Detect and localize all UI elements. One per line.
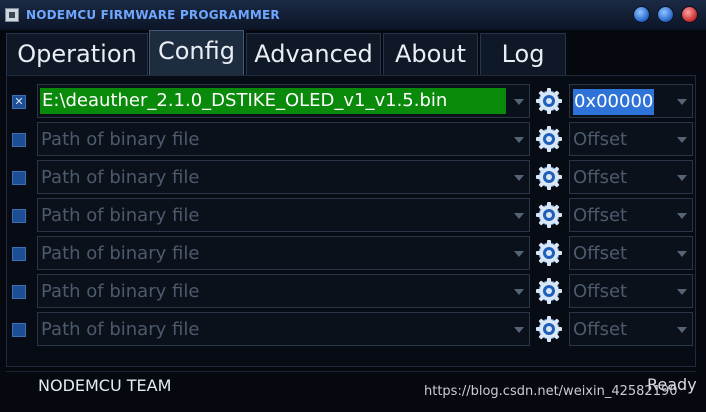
binary-path-combobox[interactable]: Path of binary file bbox=[37, 312, 530, 346]
binary-path-combobox[interactable]: Path of binary file bbox=[37, 198, 530, 232]
chevron-down-icon[interactable] bbox=[514, 289, 524, 295]
chevron-down-icon[interactable] bbox=[677, 327, 687, 333]
gear-icon[interactable] bbox=[535, 277, 563, 305]
tab-advanced[interactable]: Advanced bbox=[246, 33, 381, 75]
row-checkbox[interactable] bbox=[12, 171, 26, 185]
offset-combobox[interactable]: Offset bbox=[569, 312, 693, 346]
app-icon bbox=[5, 8, 19, 22]
title-bar[interactable]: NODEMCU FIRMWARE PROGRAMMER bbox=[0, 0, 706, 30]
firmware-row: Path of binary file Offset bbox=[7, 236, 697, 270]
firmware-row: Path of binary file Offset bbox=[7, 274, 697, 308]
tab-operation[interactable]: Operation bbox=[6, 33, 148, 75]
offset-combobox[interactable]: Offset bbox=[569, 198, 693, 232]
tab-log[interactable]: Log bbox=[480, 33, 566, 75]
firmware-row: Path of binary file Offset bbox=[7, 160, 697, 194]
status-team: NODEMCU TEAM bbox=[38, 376, 172, 395]
offset-combobox[interactable]: Offset bbox=[569, 160, 693, 194]
offset-combobox[interactable]: Offset bbox=[569, 236, 693, 270]
row-checkbox[interactable] bbox=[12, 323, 26, 337]
chevron-down-icon[interactable] bbox=[677, 251, 687, 257]
chevron-down-icon[interactable] bbox=[514, 99, 524, 105]
offset-text: Offset bbox=[573, 243, 628, 264]
binary-path-text: Path of binary file bbox=[41, 243, 200, 264]
watermark: https://blog.csdn.net/weixin_42582190 bbox=[424, 384, 678, 399]
firmware-row: Path of binary file Offset bbox=[7, 198, 697, 232]
chevron-down-icon[interactable] bbox=[514, 137, 524, 143]
gear-icon[interactable] bbox=[535, 163, 563, 191]
row-checkbox[interactable] bbox=[12, 285, 26, 299]
offset-text: Offset bbox=[573, 205, 628, 226]
binary-path-combobox[interactable]: Path of binary file bbox=[37, 274, 530, 308]
chevron-down-icon[interactable] bbox=[514, 327, 524, 333]
firmware-row: ✕ E:\deauther_2.1.0_DSTIKE_OLED_v1_v1.5.… bbox=[7, 84, 697, 118]
chevron-down-icon[interactable] bbox=[514, 213, 524, 219]
app-window: NODEMCU FIRMWARE PROGRAMMER Operation Co… bbox=[0, 0, 706, 412]
config-panel: ✕ E:\deauther_2.1.0_DSTIKE_OLED_v1_v1.5.… bbox=[6, 75, 696, 367]
chevron-down-icon[interactable] bbox=[677, 99, 687, 105]
binary-path-combobox[interactable]: Path of binary file bbox=[37, 160, 530, 194]
tab-config[interactable]: Config bbox=[149, 30, 244, 75]
maximize-button[interactable] bbox=[657, 6, 674, 23]
row-checkbox[interactable] bbox=[12, 209, 26, 223]
window-title: NODEMCU FIRMWARE PROGRAMMER bbox=[26, 8, 280, 22]
chevron-down-icon[interactable] bbox=[677, 213, 687, 219]
tab-about[interactable]: About bbox=[383, 33, 478, 75]
minimize-button[interactable] bbox=[633, 6, 650, 23]
binary-path-text: Path of binary file bbox=[41, 205, 200, 226]
row-checkbox[interactable] bbox=[12, 247, 26, 261]
close-button[interactable] bbox=[681, 6, 698, 23]
chevron-down-icon[interactable] bbox=[514, 251, 524, 257]
binary-path-combobox[interactable]: Path of binary file bbox=[37, 236, 530, 270]
firmware-row: Path of binary file Offset bbox=[7, 312, 697, 346]
offset-text: Offset bbox=[573, 281, 628, 302]
binary-path-combobox[interactable]: E:\deauther_2.1.0_DSTIKE_OLED_v1_v1.5.bi… bbox=[37, 84, 530, 118]
gear-icon[interactable] bbox=[535, 315, 563, 343]
offset-combobox[interactable]: 0x00000 bbox=[569, 84, 693, 118]
chevron-down-icon[interactable] bbox=[677, 175, 687, 181]
offset-text: Offset bbox=[573, 129, 628, 150]
chevron-down-icon[interactable] bbox=[514, 175, 524, 181]
chevron-down-icon[interactable] bbox=[677, 137, 687, 143]
binary-path-text: Path of binary file bbox=[41, 167, 200, 188]
row-checkbox[interactable]: ✕ bbox=[12, 95, 26, 109]
gear-icon[interactable] bbox=[535, 201, 563, 229]
binary-path-text: Path of binary file bbox=[41, 129, 200, 150]
row-checkbox[interactable] bbox=[12, 133, 26, 147]
binary-path-text: Path of binary file bbox=[41, 319, 200, 340]
chevron-down-icon[interactable] bbox=[677, 289, 687, 295]
offset-combobox[interactable]: Offset bbox=[569, 122, 693, 156]
gear-icon[interactable] bbox=[535, 87, 563, 115]
gear-icon[interactable] bbox=[535, 239, 563, 267]
gear-icon[interactable] bbox=[535, 125, 563, 153]
firmware-row: Path of binary file Offset bbox=[7, 122, 697, 156]
binary-path-text: Path of binary file bbox=[41, 281, 200, 302]
offset-text: Offset bbox=[573, 167, 628, 188]
offset-text: 0x00000 bbox=[573, 89, 655, 115]
offset-text: Offset bbox=[573, 319, 628, 340]
binary-path-text: E:\deauther_2.1.0_DSTIKE_OLED_v1_v1.5.bi… bbox=[40, 88, 506, 114]
binary-path-combobox[interactable]: Path of binary file bbox=[37, 122, 530, 156]
offset-combobox[interactable]: Offset bbox=[569, 274, 693, 308]
